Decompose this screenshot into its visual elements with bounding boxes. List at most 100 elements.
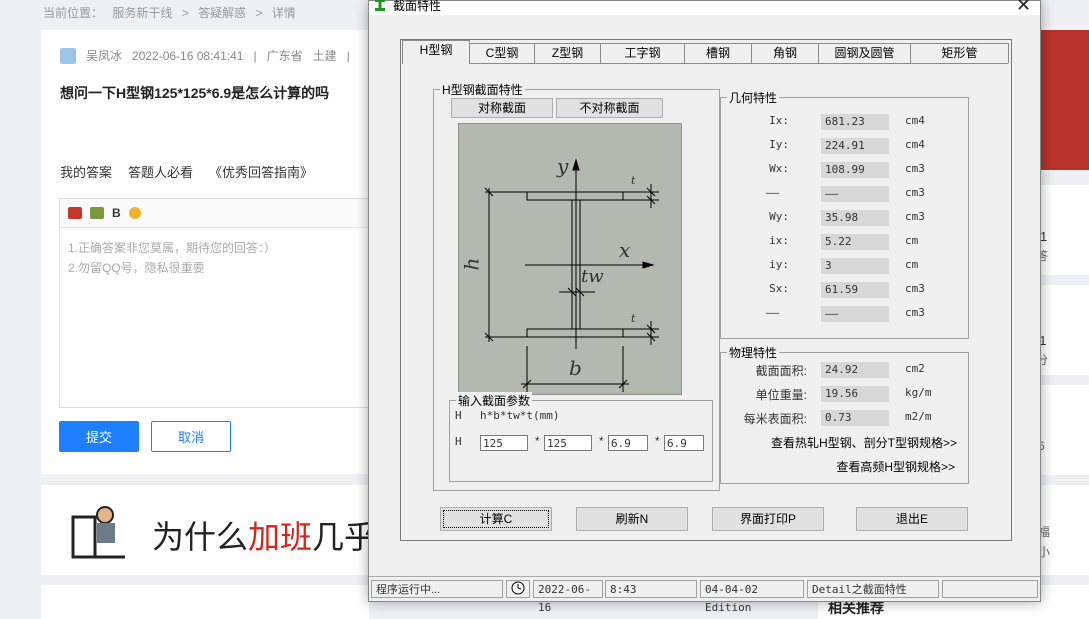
question-author[interactable]: 吴凤冰	[86, 47, 122, 64]
answer-tabs: 我的答案 答题人必看 《优秀回答指南》	[60, 162, 313, 181]
wx2-label: ——	[765, 186, 779, 199]
iy-value: 224.91	[821, 138, 889, 154]
sx-label: Sx:	[769, 282, 789, 295]
sx2-value: ——	[821, 306, 889, 322]
tab-rect-tube[interactable]: 矩形管	[910, 43, 1009, 63]
tab-channel[interactable]: 槽钢	[684, 43, 752, 63]
print-button[interactable]: 界面打印P	[712, 507, 824, 531]
answer-textarea[interactable]: 1.正确答案非您莫属，期待您的回答：） 2.勿留QQ号，隐私很重要	[60, 228, 380, 288]
tab-c-steel[interactable]: C型钢	[469, 43, 535, 63]
overtime-illustration-icon	[71, 506, 125, 559]
submit-button[interactable]: 提交	[59, 421, 139, 452]
tab-i-beam[interactable]: 工字钢	[600, 43, 685, 63]
h-section-drawing	[484, 158, 659, 392]
ix-unit: cm4	[905, 114, 925, 127]
group-title: 输入截面参数	[456, 392, 533, 409]
exit-button[interactable]: 退出E	[856, 507, 968, 531]
group-title: H型钢截面特性	[440, 81, 525, 98]
wx-value: 108.99	[821, 162, 889, 178]
surface-area-unit: m2/m	[905, 410, 932, 423]
h-input[interactable]: 125	[480, 435, 528, 451]
breadcrumb-current: 详情	[271, 6, 296, 20]
iy-radius-unit: cm	[905, 258, 919, 271]
section-type-tabs: H型钢 C型钢 Z型钢 工字钢 槽钢 角钢 圆钢及圆管 矩形管	[402, 40, 1010, 64]
tab-angle[interactable]: 角钢	[751, 43, 819, 63]
tw-input[interactable]: 6.9	[608, 435, 648, 451]
wx-unit: cm3	[905, 162, 925, 175]
t-input[interactable]: 6.9	[664, 435, 704, 451]
window-title: 截面特性	[393, 0, 442, 13]
symmetric-section-button[interactable]: 对称截面	[451, 98, 553, 118]
status-time: 8:43	[605, 580, 697, 598]
input-row-label: H	[455, 435, 462, 448]
tab-must-read[interactable]: 答题人必看	[128, 162, 193, 181]
banner-text-part: 几乎	[312, 518, 377, 556]
close-icon[interactable]: ✕	[1016, 0, 1031, 16]
asymmetric-section-button[interactable]: 不对称截面	[556, 98, 663, 118]
tab-z-steel[interactable]: Z型钢	[534, 43, 601, 63]
answer-editor[interactable]: B 1.正确答案非您莫属，期待您的回答：） 2.勿留QQ号，隐私很重要	[59, 198, 381, 408]
breadcrumb-link-service[interactable]: 服务新干线	[112, 6, 172, 20]
right-fragment: 1	[1040, 229, 1048, 244]
area-label: 截面面积:	[755, 364, 807, 378]
app-icon	[375, 0, 385, 11]
breadcrumb-link-qa[interactable]: 答疑解惑	[198, 6, 246, 20]
sx2-unit: cm3	[905, 306, 925, 319]
breadcrumb-prefix: 当前位置：	[43, 6, 104, 20]
unit-weight-label: 单位重量:	[755, 388, 807, 402]
refresh-button[interactable]: 刷新N	[576, 507, 688, 531]
sx-value: 61.59	[821, 282, 889, 298]
question-meta: 吴凤冰 2022-06-16 08:41:41 | 广东省 土建 |	[60, 47, 350, 64]
b-input[interactable]: 125	[544, 435, 592, 451]
input-type-label: H	[455, 409, 462, 422]
wx2-unit: cm3	[905, 186, 925, 199]
wx-label: Wx:	[769, 162, 789, 175]
wy-unit: cm3	[905, 210, 925, 223]
question-category: 土建	[312, 49, 337, 63]
tab-my-answer[interactable]: 我的答案	[60, 162, 112, 181]
question-datetime: 2022-06-16 08:41:41	[132, 48, 244, 63]
link-answer-guide[interactable]: 《优秀回答指南》	[209, 162, 313, 181]
group-title: 几何特性	[727, 89, 780, 106]
wy-value: 35.98	[821, 210, 889, 226]
banner-text-part: 为什么	[152, 518, 249, 556]
banner-title: 为什么加班几乎	[152, 512, 376, 558]
banner-text-highlight: 加班	[248, 518, 313, 556]
emoji-icon[interactable]	[128, 207, 141, 219]
sx2-label: ——	[765, 306, 779, 319]
section-properties-window: 截面特性 ✕ H型钢 C型钢 Z型钢 工字钢 槽钢 角钢 圆钢及圆管 矩形管 H…	[368, 0, 1041, 614]
meta-separator: |	[346, 48, 350, 63]
wx2-value: ——	[821, 186, 889, 202]
breadcrumb: 当前位置： 服务新干线 > 答疑解惑 > 详情	[43, 4, 302, 21]
status-detail: Detail之截面特性	[807, 580, 939, 598]
image-upload-icon[interactable]	[90, 207, 104, 219]
tab-h-steel[interactable]: H型钢	[402, 40, 470, 64]
sx-unit: cm3	[905, 282, 925, 295]
group-title: 物理特性	[727, 344, 780, 361]
breadcrumb-separator: >	[181, 6, 189, 20]
content-card	[41, 585, 369, 619]
hot-rolled-spec-link[interactable]: 查看热轧H型钢、剖分T型钢规格>>	[729, 434, 957, 451]
input-formula: h*b*tw*t(mm)	[480, 409, 560, 422]
web-thickness-label: tw	[581, 266, 604, 287]
calculate-button[interactable]: 计算C	[440, 507, 552, 531]
bold-button[interactable]: B	[112, 206, 121, 220]
iy-radius-value: 3	[821, 258, 889, 274]
multiply-sign: *	[655, 434, 660, 448]
wy-label: Wy:	[769, 210, 789, 223]
meta-separator: |	[253, 48, 257, 63]
status-edition: 04-04-02 Edition	[700, 580, 804, 614]
high-freq-spec-link[interactable]: 查看高频H型钢规格>>	[769, 458, 955, 475]
tab-round-tube[interactable]: 圆钢及圆管	[818, 43, 911, 63]
multiply-sign: *	[599, 434, 604, 448]
status-empty	[942, 580, 1038, 598]
window-titlebar[interactable]	[369, 1, 1040, 15]
ix-radius-value: 5.22	[821, 234, 889, 250]
flange-thickness-label: t	[631, 312, 636, 325]
avatar	[60, 47, 76, 64]
image-icon[interactable]	[68, 207, 82, 219]
iy-radius-label: iy:	[769, 258, 789, 271]
cancel-button[interactable]: 取消	[151, 421, 231, 452]
height-label: h	[459, 257, 484, 271]
editor-toolbar: B	[60, 199, 380, 228]
